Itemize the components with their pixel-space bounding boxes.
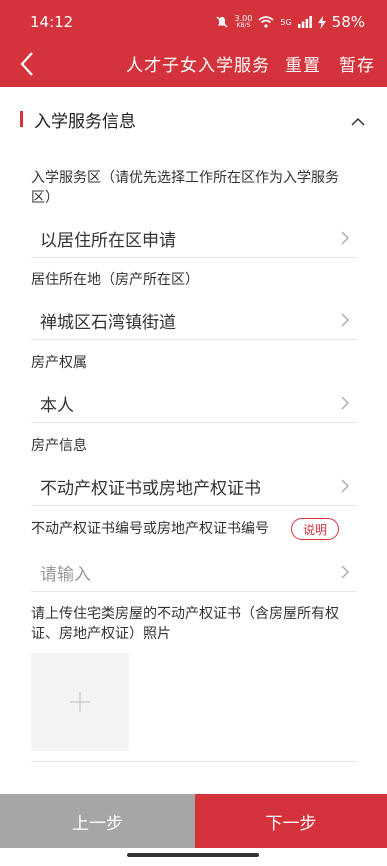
property-info-label: 房产信息 bbox=[31, 438, 87, 454]
chevron-left-icon bbox=[20, 52, 33, 76]
section-title: 入学服务信息 bbox=[34, 112, 136, 132]
section-accent-bar bbox=[20, 111, 23, 127]
chevron-right-icon bbox=[341, 565, 349, 579]
status-icons: 3.00 KB/S 5G 58% bbox=[215, 13, 365, 31]
battery-level: 58% bbox=[331, 13, 365, 31]
residence-location-value: 禅城区石湾镇街道 bbox=[40, 313, 176, 333]
page-title: 人才子女入学服务 bbox=[126, 56, 270, 76]
chevron-right-icon bbox=[341, 479, 349, 493]
upload-label: 请上传住宅类房屋的不动产权证书（含房屋所有权证、房地产权证）照片 bbox=[31, 606, 339, 642]
navigation-bar: 人才子女入学服务 重置 暂存 bbox=[0, 44, 387, 87]
chevron-right-icon bbox=[341, 396, 349, 410]
save-draft-button[interactable]: 暂存 bbox=[339, 51, 375, 76]
property-info-value: 不动产权证书或房地产权证书 bbox=[40, 479, 261, 499]
chevron-right-icon bbox=[341, 313, 349, 327]
home-indicator[interactable] bbox=[127, 853, 259, 857]
signal-label: 5G bbox=[280, 17, 292, 27]
residence-location-label: 居住所在地（房产所在区） bbox=[31, 272, 199, 288]
reset-button[interactable]: 重置 bbox=[285, 51, 321, 76]
certificate-number-input[interactable]: 请输入 bbox=[31, 552, 357, 592]
upload-photo-button[interactable] bbox=[31, 653, 129, 751]
service-district-value: 以居住所在区申请 bbox=[40, 231, 176, 251]
certificate-number-label: 不动产权证书编号或房地产权证书编号 bbox=[31, 521, 269, 537]
status-time: 14:12 bbox=[30, 13, 74, 31]
property-info-select[interactable]: 不动产权证书或房地产权证书 bbox=[31, 466, 357, 506]
chevron-up-icon[interactable] bbox=[351, 117, 365, 127]
divider bbox=[31, 761, 357, 762]
signal-icon bbox=[297, 16, 312, 28]
property-ownership-label: 房产权属 bbox=[31, 355, 87, 371]
back-button[interactable] bbox=[16, 48, 38, 80]
wifi-icon bbox=[258, 16, 274, 28]
next-step-button[interactable]: 下一步 bbox=[195, 794, 387, 848]
residence-location-select[interactable]: 禅城区石湾镇街道 bbox=[31, 300, 357, 340]
bottom-action-bar: 上一步 下一步 bbox=[0, 794, 387, 848]
service-district-select[interactable]: 以居住所在区申请 bbox=[31, 218, 357, 258]
certificate-number-placeholder: 请输入 bbox=[40, 565, 91, 585]
property-ownership-value: 本人 bbox=[40, 396, 74, 416]
previous-step-button[interactable]: 上一步 bbox=[0, 794, 195, 848]
status-bar: 14:12 3.00 KB/S 5G 58% bbox=[0, 0, 387, 44]
section-header[interactable]: 入学服务信息 bbox=[0, 87, 387, 147]
help-button[interactable]: 说明 bbox=[291, 518, 339, 540]
mute-bell-icon bbox=[216, 16, 228, 28]
chevron-right-icon bbox=[341, 231, 349, 245]
network-speed: 3.00 KB/S bbox=[234, 14, 253, 30]
plus-icon bbox=[70, 692, 90, 712]
charging-icon bbox=[317, 15, 326, 29]
service-district-label: 入学服务区（请优先选择工作所在区作为入学服务区） bbox=[31, 170, 339, 206]
property-ownership-select[interactable]: 本人 bbox=[31, 383, 357, 423]
app-header: 14:12 3.00 KB/S 5G 58% 人才子女入学服务 重置 暂存 bbox=[0, 0, 387, 87]
